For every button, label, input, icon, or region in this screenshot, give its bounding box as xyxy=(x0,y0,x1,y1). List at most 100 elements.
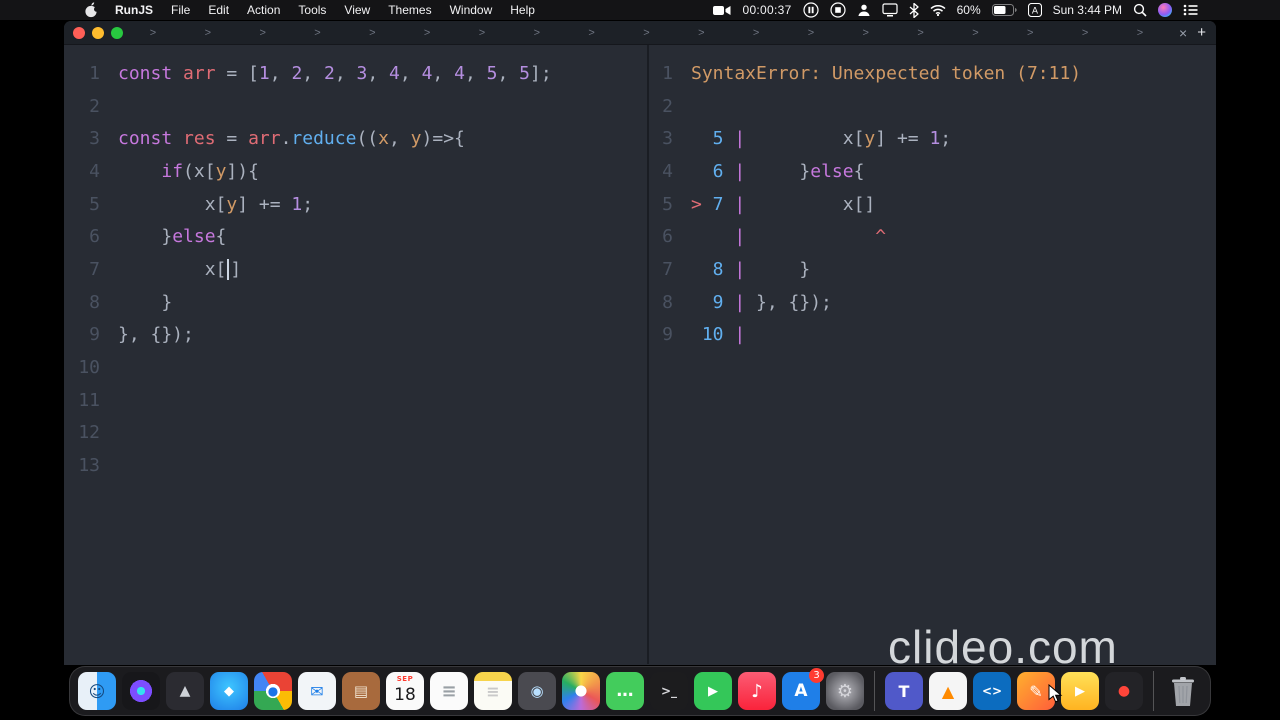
tab-chevron[interactable]: > xyxy=(1135,27,1145,39)
dock-icon-trash[interactable] xyxy=(1164,672,1202,710)
stop-recording-button[interactable] xyxy=(829,2,846,18)
tab-chevron[interactable]: > xyxy=(970,27,980,39)
dock-icon-vlc[interactable]: ▲ xyxy=(929,672,967,710)
control-center-icon[interactable] xyxy=(1183,4,1198,16)
tab-chevron[interactable]: > xyxy=(587,27,597,39)
tab-chevron[interactable]: > xyxy=(258,27,268,39)
code-line[interactable]: 8 9 | }, {}); xyxy=(649,286,1216,319)
editor-pane[interactable]: 1 const arr = [1, 2, 2, 3, 4, 4, 4, 5, 5]… xyxy=(64,45,649,664)
code-line[interactable]: 3 const res = arr.reduce((x, y)=>{ xyxy=(64,122,647,155)
dock-icon-runjs[interactable]: ▶ xyxy=(1061,672,1099,710)
code-line[interactable]: 4 if(x[y]){ xyxy=(64,155,647,188)
traffic-light-zoom[interactable] xyxy=(111,26,123,39)
dock-icon-teams[interactable]: T xyxy=(885,672,923,710)
dock-icon-music[interactable]: ♪ xyxy=(738,672,776,710)
tab-chevron[interactable]: > xyxy=(1080,27,1090,39)
dock-icon-screen-recorder[interactable]: ● xyxy=(1105,672,1143,710)
menu-item-themes[interactable]: Themes xyxy=(379,3,440,17)
pause-recording-button[interactable] xyxy=(802,2,819,18)
tab-chevron[interactable]: > xyxy=(422,27,432,39)
menu-item-action[interactable]: Action xyxy=(238,3,289,17)
dock-icon-system-preferences[interactable]: ⚙ xyxy=(826,672,864,710)
dock-icon-chrome[interactable]: ● xyxy=(254,672,292,710)
menu-item-edit[interactable]: Edit xyxy=(199,3,238,17)
tab-chevron[interactable]: > xyxy=(751,27,761,39)
tab-chevron[interactable]: > xyxy=(367,27,377,39)
code-line[interactable]: 7 x[] xyxy=(64,253,647,286)
code-line[interactable]: 2 xyxy=(649,90,1216,123)
menu-item-tools[interactable]: Tools xyxy=(289,3,335,17)
menu-item-view[interactable]: View xyxy=(335,3,379,17)
code-line[interactable]: 11 xyxy=(64,384,647,417)
code-line[interactable]: 6 }else{ xyxy=(64,220,647,253)
dock-icon-app-store[interactable]: A3 xyxy=(782,668,824,710)
code-line[interactable]: 6 | ^ xyxy=(649,220,1216,253)
battery-percent: 60% xyxy=(956,3,981,17)
tab-chevron[interactable]: > xyxy=(532,27,542,39)
code-line[interactable]: 2 xyxy=(64,90,647,123)
menu-item-window[interactable]: Window xyxy=(441,3,502,17)
code-line[interactable]: 5 x[y] += 1; xyxy=(64,188,647,221)
tab-chevron[interactable]: > xyxy=(806,27,816,39)
traffic-light-close[interactable] xyxy=(73,26,85,39)
code-line[interactable]: 12 xyxy=(64,417,647,450)
dock-icon-safari[interactable]: ◆ xyxy=(210,672,248,710)
tab-chevron[interactable]: > xyxy=(1025,27,1035,39)
code-line[interactable]: 4 6 | }else{ xyxy=(649,155,1216,188)
tab-chevron[interactable]: > xyxy=(696,27,706,39)
dock-icon-messages[interactable]: … xyxy=(606,672,644,710)
tab-chevron[interactable]: > xyxy=(312,27,322,39)
menu-item-help[interactable]: Help xyxy=(501,3,544,17)
code-line[interactable]: 1 const arr = [1, 2, 2, 3, 4, 4, 4, 5, 5]… xyxy=(64,57,647,90)
siri-icon[interactable] xyxy=(1158,3,1172,17)
code-line[interactable]: 7 8 | } xyxy=(649,253,1216,286)
tab-close-button[interactable]: × xyxy=(1171,25,1195,41)
tab-chevron[interactable]: > xyxy=(916,27,926,39)
notification-badge: 3 xyxy=(809,668,824,683)
dock-icon-siri[interactable] xyxy=(122,672,160,710)
dock-icon-terminal[interactable]: >_ xyxy=(650,672,688,710)
code-line[interactable]: 1 SyntaxError: Unexpected token (7:11) xyxy=(649,57,1216,90)
code-line[interactable]: 8 } xyxy=(64,286,647,319)
tab-chevron[interactable]: > xyxy=(861,27,871,39)
svg-text:A: A xyxy=(1032,7,1039,17)
dock-icon-facetime[interactable]: ▶ xyxy=(694,672,732,710)
user-icon[interactable] xyxy=(857,3,871,17)
dock-icon-notes[interactable]: ≡ xyxy=(474,672,512,710)
code-line[interactable]: 9}, {}); xyxy=(64,319,647,352)
menu-item-file[interactable]: File xyxy=(162,3,199,17)
dock-icon-mail[interactable]: ✉ xyxy=(298,672,336,710)
wifi-icon[interactable] xyxy=(930,4,946,16)
dock-icon-photo-booth[interactable]: ◉ xyxy=(518,672,556,710)
dock-icon-photos[interactable] xyxy=(562,672,600,710)
menu-bar-clock[interactable]: Sun 3:44 PM xyxy=(1053,3,1122,17)
tab-chevron[interactable]: > xyxy=(641,27,651,39)
tab-chevron[interactable]: > xyxy=(203,27,213,39)
dock-icon-vscode[interactable]: <> xyxy=(973,672,1011,710)
dock-icon-books[interactable]: ▤ xyxy=(342,672,380,710)
spotlight-icon[interactable] xyxy=(1133,3,1147,17)
code-line[interactable]: 9 10 | xyxy=(649,319,1216,352)
battery-icon[interactable] xyxy=(991,4,1017,16)
display-icon[interactable] xyxy=(881,3,898,17)
bluetooth-icon[interactable] xyxy=(909,2,919,18)
tab-chevron[interactable]: > xyxy=(148,27,158,39)
dock-icon-launchpad[interactable]: ▲ xyxy=(166,672,204,710)
line-number: 12 xyxy=(78,422,100,444)
dock-icon-textedit[interactable]: ≡ xyxy=(430,672,468,710)
tab-chevron[interactable]: > xyxy=(477,27,487,39)
new-tab-button[interactable]: + xyxy=(1195,24,1216,41)
dock-icon-finder[interactable]: ☺ xyxy=(78,672,116,710)
line-number: 9 xyxy=(89,324,100,346)
code-line[interactable]: 13 xyxy=(64,449,647,482)
apple-menu[interactable] xyxy=(84,2,106,18)
dock-icon-calendar[interactable]: SEP 18 xyxy=(386,672,424,710)
traffic-light-minimize[interactable] xyxy=(92,26,104,39)
output-pane[interactable]: 1 SyntaxError: Unexpected token (7:11) 2 3 … xyxy=(649,45,1216,664)
code-line[interactable]: 3 5 | x[y] += 1; xyxy=(649,122,1216,155)
code-line[interactable]: 10 xyxy=(64,351,647,384)
code-line[interactable]: 5 > 7 | x[] xyxy=(649,188,1216,221)
calendar-day: 18 xyxy=(394,684,416,705)
input-source-icon[interactable]: A xyxy=(1027,3,1042,17)
menu-item-runjs[interactable]: RunJS xyxy=(106,3,162,17)
